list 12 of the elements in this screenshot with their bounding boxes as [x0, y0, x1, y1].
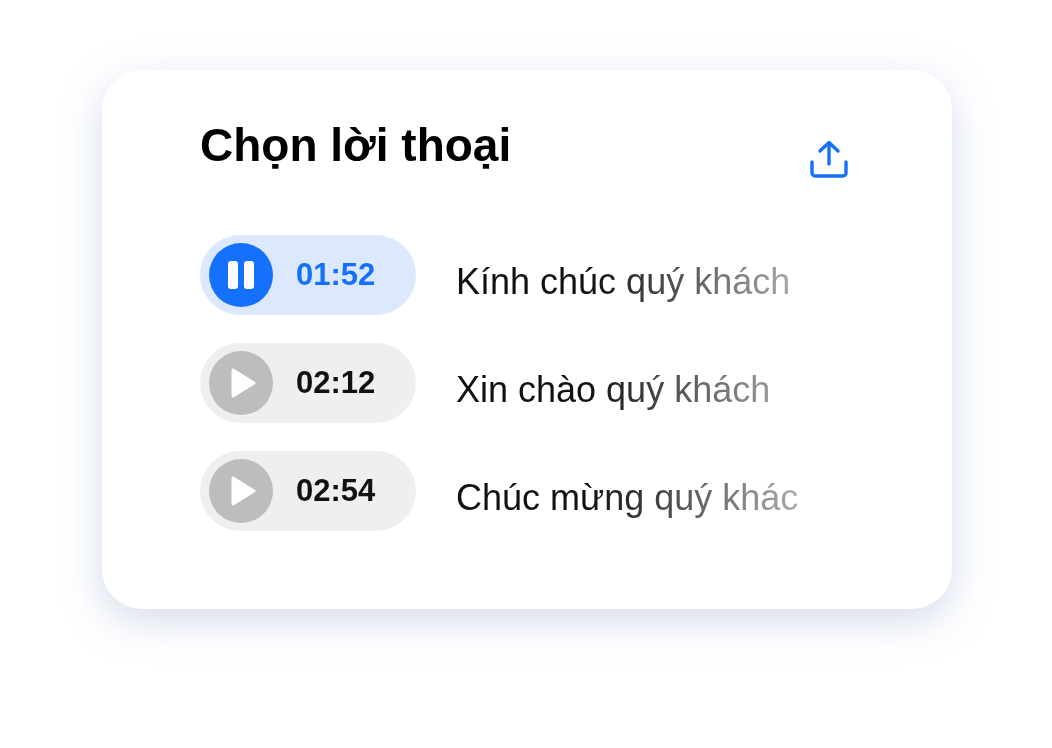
audio-player-pill[interactable]: 02:54 — [200, 451, 416, 531]
audio-player-pill[interactable]: 01:52 — [200, 235, 416, 315]
dialogue-text: Xin chào quý khách — [456, 369, 771, 411]
duration-label: 01:52 — [296, 257, 376, 293]
upload-icon[interactable] — [810, 140, 848, 178]
pause-icon[interactable] — [209, 243, 273, 307]
duration-label: 02:12 — [296, 365, 376, 401]
dialogue-text: Kính chúc quý khách — [456, 261, 791, 303]
card-title: Chọn lời thoại — [200, 118, 512, 173]
duration-label: 02:54 — [296, 473, 376, 509]
audio-player-pill[interactable]: 02:12 — [200, 343, 416, 423]
dialogue-text: Chúc mừng quý khác — [456, 477, 799, 519]
